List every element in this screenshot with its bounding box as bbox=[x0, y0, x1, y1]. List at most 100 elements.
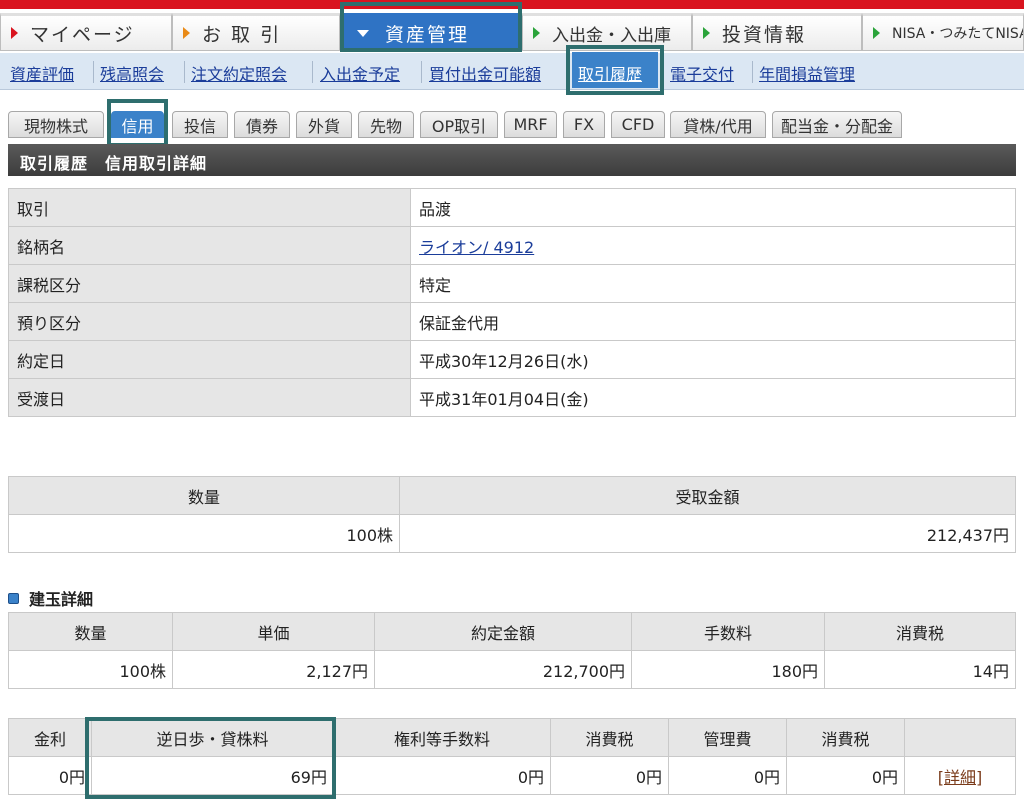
section-header: 建玉詳細 bbox=[8, 586, 93, 610]
section-title: 建玉詳細 bbox=[29, 590, 94, 609]
column-header: 管理費 bbox=[668, 718, 787, 757]
cell-contract-amount: 212,700円 bbox=[374, 650, 632, 689]
table-row: 課税区分 特定 bbox=[8, 264, 1016, 303]
arrow-right-icon bbox=[533, 27, 540, 39]
arrow-right-icon bbox=[183, 27, 190, 39]
tab-foreign-currency[interactable]: 外貨 bbox=[296, 111, 352, 138]
column-header: 消費税 bbox=[786, 718, 905, 757]
table-header-row: 数量 単価 約定金額 手数料 消費税 bbox=[8, 612, 1016, 651]
column-header: 金利 bbox=[8, 718, 92, 757]
position-table: 数量 単価 約定金額 手数料 消費税 100株 2,127円 212,700円 … bbox=[8, 612, 1016, 689]
sub-link-order-inquiry[interactable]: 注文約定照会 bbox=[191, 61, 287, 85]
highlight-box bbox=[566, 45, 664, 95]
row-value: ライオン/ 4912 bbox=[410, 226, 1016, 265]
column-header: 消費税 bbox=[550, 718, 669, 757]
column-header: 権利等手数料 bbox=[333, 718, 551, 757]
arrow-right-icon bbox=[703, 27, 710, 39]
table-row: 銘柄名 ライオン/ 4912 bbox=[8, 226, 1016, 265]
main-tab-label: マイページ bbox=[30, 23, 135, 46]
row-label: 取引 bbox=[8, 188, 411, 227]
trade-detail-table: 取引 品渡 銘柄名 ライオン/ 4912 課税区分 特定 預り区分 保証金代用 … bbox=[8, 188, 1016, 417]
tab-funds[interactable]: 投信 bbox=[172, 111, 228, 138]
cell-detail: [詳細] bbox=[904, 756, 1016, 795]
stock-link[interactable]: ライオン/ 4912 bbox=[419, 238, 534, 257]
sub-nav: 資産評価 残高照会 注文約定照会 入出金予定 買付出金可能額 bbox=[0, 53, 1024, 90]
row-label: 銘柄名 bbox=[8, 226, 411, 265]
tab-spot-stocks[interactable]: 現物株式 bbox=[8, 111, 104, 138]
main-tab-nisa[interactable]: NISA・つみたてNISA bbox=[862, 13, 1024, 51]
tab-dividends[interactable]: 配当金・分配金 bbox=[772, 111, 902, 138]
sub-link-balance[interactable]: 残高照会 bbox=[100, 61, 164, 85]
tab-stock-lending[interactable]: 貸株/代用 bbox=[670, 111, 766, 138]
divider bbox=[312, 61, 313, 83]
column-header: 数量 bbox=[8, 476, 400, 515]
row-value: 保証金代用 bbox=[410, 302, 1016, 341]
sub-link-deposit-schedule[interactable]: 入出金予定 bbox=[320, 61, 400, 85]
main-tab-trade[interactable]: お 取 引 bbox=[172, 13, 340, 51]
column-header bbox=[904, 718, 1016, 757]
cell-unit-price: 2,127円 bbox=[172, 650, 375, 689]
column-header: 数量 bbox=[8, 612, 173, 651]
tab-bonds[interactable]: 債券 bbox=[234, 111, 290, 138]
main-tab-label: お 取 引 bbox=[202, 23, 282, 46]
row-value: 平成31年01月04日(金) bbox=[410, 378, 1016, 417]
cell-quantity: 100株 bbox=[8, 514, 400, 553]
row-label: 約定日 bbox=[8, 340, 411, 379]
bullet-square-icon bbox=[8, 592, 19, 604]
tab-cfd[interactable]: CFD bbox=[611, 111, 665, 138]
tab-fx[interactable]: FX bbox=[563, 111, 605, 138]
tab-options[interactable]: OP取引 bbox=[420, 111, 498, 138]
cell-management-fee: 0円 bbox=[668, 756, 787, 795]
cell-quantity: 100株 bbox=[8, 650, 173, 689]
table-row: 100株 212,437円 bbox=[8, 514, 1016, 553]
cell-tax: 14円 bbox=[824, 650, 1016, 689]
sub-link-asset-valuation[interactable]: 資産評価 bbox=[10, 61, 74, 85]
highlight-box bbox=[85, 717, 336, 799]
table-row: 取引 品渡 bbox=[8, 188, 1016, 227]
main-tab-label: 入出金・入出庫 bbox=[552, 25, 671, 46]
table-row: 預り区分 保証金代用 bbox=[8, 302, 1016, 341]
main-tab-mypage[interactable]: マイページ bbox=[0, 13, 172, 51]
table-row: 100株 2,127円 212,700円 180円 14円 bbox=[8, 650, 1016, 689]
sub-link-annual-pl[interactable]: 年間損益管理 bbox=[759, 61, 855, 85]
row-label: 課税区分 bbox=[8, 264, 411, 303]
cell-rights-fee: 0円 bbox=[333, 756, 551, 795]
tab-mrf[interactable]: MRF bbox=[504, 111, 557, 138]
main-tab-investment-info[interactable]: 投資情報 bbox=[692, 13, 862, 51]
highlight-box bbox=[107, 99, 168, 147]
arrow-right-icon bbox=[11, 27, 18, 39]
column-header: 受取金額 bbox=[399, 476, 1016, 515]
column-header: 約定金額 bbox=[374, 612, 632, 651]
main-tab-label: NISA・つみたてNISA bbox=[892, 26, 1024, 42]
row-label: 預り区分 bbox=[8, 302, 411, 341]
divider bbox=[421, 61, 422, 83]
detail-link[interactable]: [詳細] bbox=[938, 768, 983, 787]
table-header-row: 数量 受取金額 bbox=[8, 476, 1016, 515]
highlight-box bbox=[340, 2, 522, 52]
sub-link-e-delivery[interactable]: 電子交付 bbox=[670, 61, 734, 85]
summary-table: 数量 受取金額 100株 212,437円 bbox=[8, 476, 1016, 553]
row-label: 受渡日 bbox=[8, 378, 411, 417]
cell-tax: 0円 bbox=[550, 756, 669, 795]
column-header: 単価 bbox=[172, 612, 375, 651]
column-header: 消費税 bbox=[824, 612, 1016, 651]
divider bbox=[184, 61, 185, 83]
divider bbox=[93, 61, 94, 83]
divider bbox=[752, 61, 753, 83]
cell-interest: 0円 bbox=[8, 756, 92, 795]
cell-tax: 0円 bbox=[786, 756, 905, 795]
tab-futures[interactable]: 先物 bbox=[358, 111, 414, 138]
page-title-bar: 取引履歴 信用取引詳細 bbox=[8, 144, 1016, 176]
cell-received-amount: 212,437円 bbox=[399, 514, 1016, 553]
table-row: 約定日 平成30年12月26日(水) bbox=[8, 340, 1016, 379]
column-header: 手数料 bbox=[631, 612, 825, 651]
table-row: 受渡日 平成31年01月04日(金) bbox=[8, 378, 1016, 417]
main-tab-label: 投資情報 bbox=[722, 23, 807, 46]
page-title: 取引履歴 信用取引詳細 bbox=[20, 154, 208, 173]
row-value: 品渡 bbox=[410, 188, 1016, 227]
arrow-right-icon bbox=[873, 27, 880, 39]
row-value: 平成30年12月26日(水) bbox=[410, 340, 1016, 379]
row-value: 特定 bbox=[410, 264, 1016, 303]
sub-link-buying-power[interactable]: 買付出金可能額 bbox=[429, 61, 541, 85]
cell-commission: 180円 bbox=[631, 650, 825, 689]
